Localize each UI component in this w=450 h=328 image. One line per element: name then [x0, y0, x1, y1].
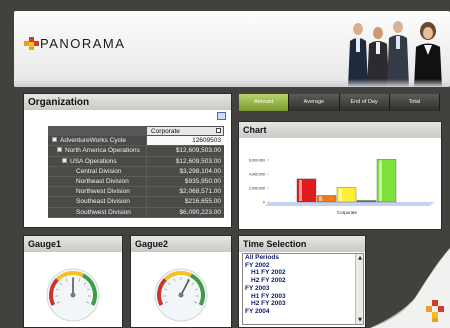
- organization-pivot-table: Corporate AdventureWorks Cycle 12609503 No…: [48, 126, 224, 218]
- scroll-down-arrow-icon[interactable]: ▼: [357, 317, 363, 323]
- pivot-row-label[interactable]: Central Division: [48, 166, 146, 177]
- time-period-option[interactable]: H1 FY 2002: [243, 269, 363, 277]
- time-selection-title: Time Selection: [239, 236, 365, 252]
- pivot-row-value: $12,609,503.00: [146, 156, 224, 167]
- tab-end-of-day[interactable]: End of Day: [339, 94, 390, 111]
- y-tick-label: 0: [263, 201, 265, 205]
- pivot-row[interactable]: Southwest Division $6,090,223.00: [48, 207, 224, 218]
- chart-floor: [265, 202, 435, 206]
- tab-total[interactable]: Total: [389, 94, 440, 111]
- pivot-row[interactable]: USA Operations $12,609,503.00: [48, 156, 224, 167]
- column-menu-icon[interactable]: [216, 128, 221, 133]
- chart-title: Chart: [239, 122, 441, 138]
- gauge1-title: Gauge1: [24, 236, 122, 252]
- tab-average[interactable]: Average: [289, 94, 340, 111]
- chart-bar[interactable]: [316, 195, 337, 203]
- pivot-row[interactable]: Northeast Division $935,950.00: [48, 176, 224, 188]
- measure-tabs: Amount Average End of Day Total: [239, 94, 440, 111]
- header-banner: PANORAMA: [14, 11, 450, 87]
- pivot-row-value: $935,950.00: [146, 176, 224, 188]
- gauge2-title: Gague2: [131, 236, 231, 252]
- pivot-row-label[interactable]: Northwest Division: [48, 187, 146, 198]
- pivot-row[interactable]: Southeast Division $216,655.00: [48, 197, 224, 208]
- pivot-row-label[interactable]: Southeast Division: [48, 197, 146, 208]
- pivot-row-value: $6,090,223.00: [146, 207, 224, 218]
- pivot-row-label[interactable]: USA Operations: [48, 156, 146, 167]
- y-tick-label: 6,000,000: [249, 159, 265, 163]
- time-period-option[interactable]: H1 FY 2003: [243, 293, 363, 301]
- pivot-row[interactable]: Central Division $3,298,104.00: [48, 166, 224, 177]
- chart-bar[interactable]: [336, 187, 357, 203]
- time-period-option[interactable]: FY 2003: [243, 285, 363, 293]
- time-period-option[interactable]: H2 FY 2003: [243, 300, 363, 308]
- pivot-row-label[interactable]: Northeast Division: [48, 176, 146, 188]
- pivot-row-value: $2,068,571.00: [146, 187, 224, 198]
- pivot-row-value: $216,655.00: [146, 197, 224, 208]
- page-curl-decoration: [370, 248, 450, 328]
- time-period-option[interactable]: H2 FY 2002: [243, 277, 363, 285]
- time-period-option[interactable]: All Periods: [243, 254, 363, 262]
- dashboard-page: PANORAMA Organization Corporate Adventur…: [0, 0, 450, 328]
- gauge2-panel: Gague2: [130, 235, 232, 328]
- organization-title: Organization: [24, 94, 231, 110]
- chart-bar[interactable]: [356, 200, 377, 203]
- time-period-listbox[interactable]: All Periods FY 2002 H1 FY 2002 H2 FY 2002 FY…: [242, 253, 364, 325]
- pivot-row[interactable]: Northwest Division $2,068,571.00: [48, 187, 224, 198]
- y-tick-label: 2,000,000: [249, 187, 265, 191]
- chart-bar[interactable]: [376, 159, 397, 203]
- pivot-row[interactable]: AdventureWorks Cycle 12609503: [48, 136, 224, 147]
- business-people-image: [348, 21, 442, 87]
- pivot-row-label[interactable]: AdventureWorks Cycle: [48, 136, 146, 147]
- logo-mark-icon: [24, 36, 39, 51]
- y-tick-label: 4,000,000: [249, 173, 265, 177]
- expand-toggle-icon[interactable]: [62, 157, 67, 163]
- expand-toggle-icon[interactable]: [57, 147, 62, 153]
- logo-text: PANORAMA: [40, 36, 126, 51]
- chart-bar[interactable]: [296, 178, 317, 203]
- bar-chart: 6,000,000 4,000,000 2,000,000 0 Corporate: [249, 159, 435, 215]
- expand-toggle-icon[interactable]: [52, 137, 57, 143]
- tab-amount[interactable]: Amount: [239, 94, 290, 111]
- corporate-column-header[interactable]: Corporate: [146, 126, 224, 137]
- pivot-row-value: $3,298,104.00: [146, 166, 224, 177]
- gauge1-dial: [46, 268, 100, 322]
- organization-panel: Organization Corporate AdventureWorks Cy…: [23, 93, 232, 228]
- gauge1-panel: Gauge1: [23, 235, 123, 328]
- chart-panel: Chart 6,000,000 4,000,000 2,000,000 0 Corpor…: [238, 121, 442, 230]
- pivot-row-label[interactable]: Southwest Division: [48, 207, 146, 218]
- x-category-label: Corporate: [337, 210, 358, 215]
- time-selection-panel: Time Selection All Periods FY 2002 H1 FY 2…: [238, 235, 366, 328]
- pivot-header-row: Corporate: [48, 126, 224, 137]
- scroll-up-arrow-icon[interactable]: ▲: [357, 255, 363, 261]
- panorama-logo: PANORAMA: [24, 36, 125, 51]
- listbox-scrollbar[interactable]: ▲ ▼: [355, 254, 363, 324]
- pivot-row[interactable]: North America Operations $12,609,503.00: [48, 146, 224, 157]
- gauge2-dial: [154, 268, 208, 322]
- time-period-option[interactable]: FY 2004: [243, 308, 363, 316]
- pivot-row-value: $12,609,503.00: [146, 146, 224, 157]
- pivot-row-value: 12609503: [146, 136, 224, 147]
- pivot-row-label[interactable]: North America Operations: [48, 146, 146, 157]
- time-period-option[interactable]: FY 2002: [243, 262, 363, 270]
- window-restore-icon[interactable]: [217, 112, 226, 120]
